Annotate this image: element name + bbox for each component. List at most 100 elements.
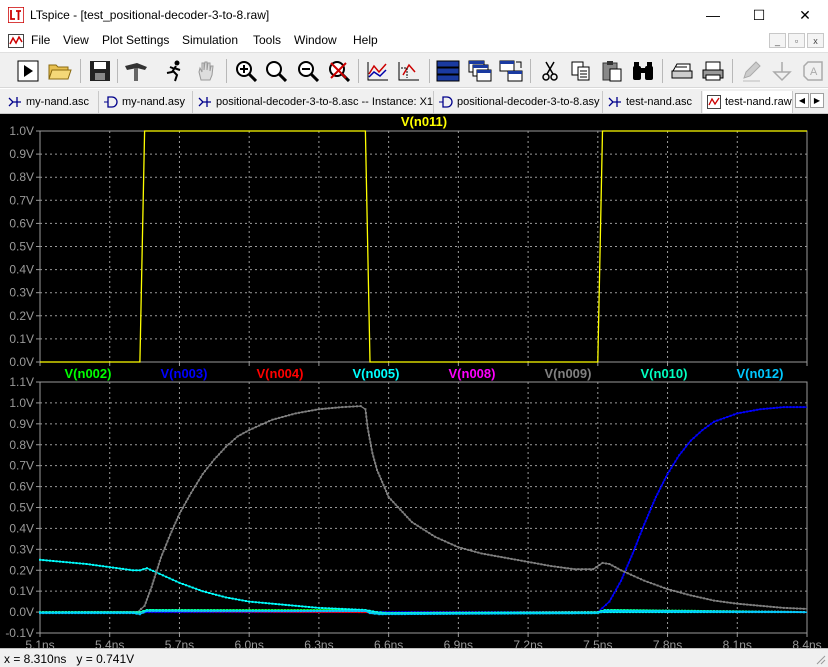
hand-icon[interactable]	[192, 57, 220, 85]
y-tick-label: 0.7V	[9, 459, 34, 473]
data-point	[399, 508, 402, 511]
menu-help[interactable]: Help	[353, 33, 378, 47]
trace-vn009[interactable]	[40, 405, 808, 613]
trace-vn005[interactable]	[39, 559, 807, 614]
data-point	[45, 559, 48, 562]
find-icon[interactable]	[629, 57, 657, 85]
ground-icon[interactable]	[768, 57, 796, 85]
legend-vn002[interactable]: V(n002)	[65, 366, 112, 381]
paste-icon[interactable]	[598, 57, 626, 85]
legend-vn004[interactable]: V(n004)	[257, 366, 304, 381]
legend-vn011[interactable]: V(n011)	[401, 114, 447, 129]
tab-scroll-left-button[interactable]: ◀	[795, 93, 809, 108]
mark-icon[interactable]	[395, 57, 423, 85]
data-point	[385, 490, 388, 492]
menu-window[interactable]: Window	[294, 33, 337, 47]
y-tick-label: 0.6V	[9, 480, 34, 494]
bottom-plot-pane[interactable]: -0.1V0.0V0.1V0.2V0.3V0.4V0.5V0.6V0.7V0.8…	[5, 366, 821, 648]
minimize-button[interactable]: —	[690, 0, 736, 30]
cut-icon[interactable]	[536, 57, 564, 85]
zoom-in-icon[interactable]	[232, 57, 260, 85]
data-point	[39, 612, 41, 615]
print-preview-icon[interactable]	[668, 57, 696, 85]
data-point	[381, 613, 384, 616]
legend-vn010[interactable]: V(n010)	[641, 366, 688, 381]
running-man-icon[interactable]	[160, 57, 188, 85]
data-point	[138, 611, 141, 614]
legend-vn005[interactable]: V(n005)	[353, 366, 400, 381]
data-point	[177, 515, 180, 518]
waveform-doc-icon[interactable]	[8, 34, 24, 48]
data-point	[55, 612, 57, 615]
mdi-restore-button[interactable]: ▫	[788, 33, 805, 48]
data-point	[373, 458, 376, 461]
cascade-icon[interactable]	[466, 57, 494, 85]
maximize-button[interactable]: ☐	[736, 0, 782, 30]
data-point	[782, 606, 785, 609]
data-point	[274, 610, 277, 612]
legend-vn008[interactable]: V(n008)	[449, 366, 496, 381]
tab-scroll-right-button[interactable]: ▶	[810, 93, 824, 108]
mdi-minimize-button[interactable]: _	[769, 33, 786, 48]
menu-file[interactable]: File	[31, 33, 50, 47]
data-point	[605, 562, 607, 565]
resize-grip-icon[interactable]	[814, 653, 826, 665]
autorange-icon[interactable]	[364, 57, 392, 85]
pencil-icon[interactable]	[737, 57, 765, 85]
tile-horizontal-icon[interactable]	[434, 57, 462, 85]
tab-positional-decoder-asc[interactable]: positional-decoder-3-to-8.asc -- Instanc…	[194, 91, 434, 113]
menu-plot-settings[interactable]: Plot Settings	[102, 33, 169, 47]
data-point	[386, 493, 389, 495]
data-point	[324, 607, 327, 610]
trace-vn003[interactable]	[40, 406, 807, 613]
data-point	[767, 610, 770, 613]
data-point	[85, 563, 88, 565]
waveform-plot[interactable]: 0.0V 0.1V 0.2V 0.3V 0.4V 0.5V 0.6V 0.7V 0.8V 0.9V…	[0, 114, 828, 648]
data-point	[423, 613, 426, 615]
zoom-area-icon[interactable]	[262, 57, 290, 85]
menu-simulation[interactable]: Simulation	[182, 33, 238, 47]
data-point	[416, 524, 419, 527]
data-point	[500, 612, 503, 615]
menu-tools[interactable]: Tools	[253, 33, 281, 47]
close-button[interactable]: ✕	[782, 0, 828, 30]
data-point	[169, 533, 172, 536]
tab-positional-decoder-asy[interactable]: positional-decoder-3-to-8.asy	[435, 91, 603, 113]
mdi-close-button[interactable]: x	[807, 33, 824, 48]
data-point	[314, 408, 317, 411]
data-point	[311, 606, 314, 609]
data-point	[52, 560, 55, 562]
data-point	[77, 612, 80, 615]
tab-my-nand-asc[interactable]: my-nand.asc	[4, 91, 99, 113]
copy-icon[interactable]	[567, 57, 595, 85]
data-point	[516, 612, 519, 615]
tile-vertical-icon[interactable]	[497, 57, 525, 85]
data-point	[280, 610, 283, 612]
legend-vn009[interactable]: V(n009)	[545, 366, 592, 381]
label-icon[interactable]: A	[799, 57, 827, 85]
data-point	[458, 612, 461, 615]
data-point	[239, 610, 242, 612]
data-point	[278, 416, 281, 419]
data-point	[593, 612, 596, 615]
data-point	[545, 612, 548, 615]
data-point	[590, 612, 593, 615]
data-point	[198, 589, 201, 591]
hammer-icon[interactable]	[122, 57, 150, 85]
tab-test-nand-raw[interactable]: test-nand.raw	[703, 91, 793, 113]
top-plot-pane[interactable]: 0.0V 0.1V 0.2V 0.3V 0.4V 0.5V 0.6V 0.7V 0.8V 0.9V…	[9, 114, 808, 369]
run-icon[interactable]	[14, 57, 42, 85]
tab-my-nand-asy[interactable]: my-nand.asy	[100, 91, 193, 113]
menu-view[interactable]: View	[63, 33, 89, 47]
legend-vn012[interactable]: V(n012)	[737, 366, 784, 381]
print-icon[interactable]	[699, 57, 727, 85]
data-point	[254, 426, 257, 429]
data-point	[51, 612, 54, 615]
data-point	[772, 606, 775, 608]
tab-test-nand-asc[interactable]: test-nand.asc	[604, 91, 702, 113]
zoom-out-icon[interactable]	[294, 57, 322, 85]
zoom-cancel-icon[interactable]	[325, 57, 353, 85]
save-icon[interactable]	[86, 57, 114, 85]
open-icon[interactable]	[46, 57, 74, 85]
legend-vn003[interactable]: V(n003)	[161, 366, 208, 381]
